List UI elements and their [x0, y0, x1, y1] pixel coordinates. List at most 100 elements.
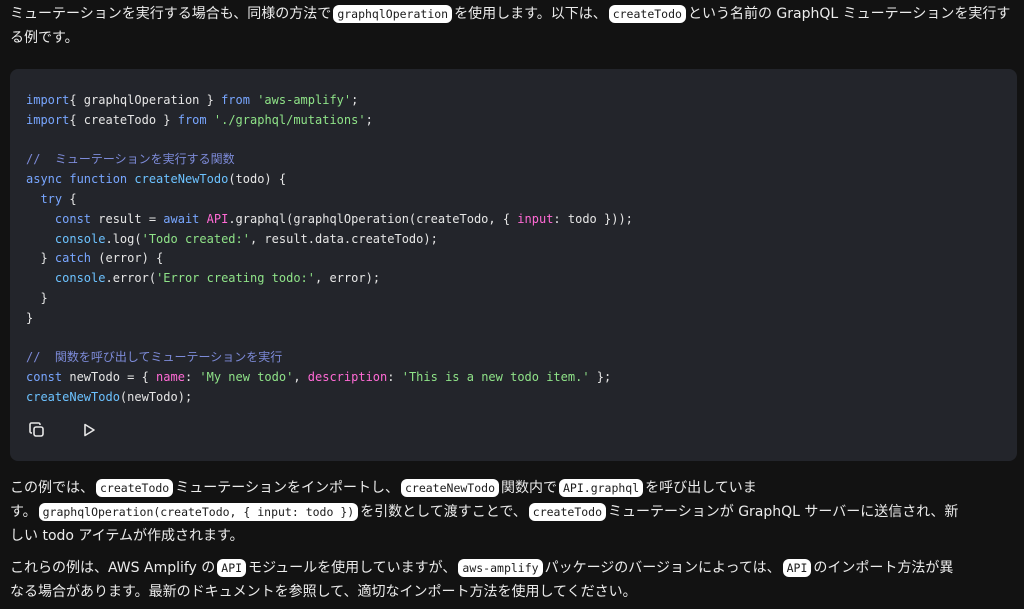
inline-code-api-2: API	[782, 559, 812, 577]
code-token: result =	[91, 211, 164, 226]
inline-code-createtodo: createTodo	[608, 5, 686, 23]
code-token: createNewTodo	[127, 172, 229, 187]
play-icon	[84, 423, 95, 437]
code-token: // ミューテーションを実行する関数	[26, 152, 235, 167]
inline-code-createnewtodo: createNewTodo	[400, 479, 499, 497]
code-token: 'My new todo'	[199, 370, 294, 385]
code-token: './graphql/mutations'	[206, 112, 366, 127]
note-paragraph: これらの例は、AWS Amplify の API モジュールを使用していますが、 aw…	[10, 556, 1014, 604]
code-token: :	[387, 370, 402, 385]
code-token: };	[589, 370, 612, 385]
code-line: } catch (error) {	[26, 249, 633, 269]
code-token: , error);	[315, 271, 381, 286]
code-line: console.error('Error creating todo:', er…	[26, 269, 633, 289]
code-token: createNewTodo	[26, 389, 120, 404]
code-token: function	[62, 172, 128, 187]
code-line: console.log('Todo created:', result.data…	[26, 230, 633, 250]
inline-code-graphqloperation-call: graphqlOperation(createTodo, { input: to…	[38, 503, 359, 521]
inline-code-api-graphql: API.graphql	[559, 479, 644, 497]
code-token: const	[26, 370, 63, 385]
explain-text-6: を引数として渡すことで、	[360, 504, 527, 520]
code-token: input	[517, 211, 554, 226]
code-token: async	[26, 172, 63, 187]
explain-text-1: この例では、	[10, 480, 94, 496]
code-token: console	[54, 231, 106, 246]
code-token: .log(	[105, 231, 142, 246]
code-token: 'aws-amplify'	[249, 93, 352, 107]
code-line: import{ createTodo } from './graphql/mut…	[26, 111, 633, 131]
intro-text-2: を使用します。以下は、	[454, 6, 607, 22]
code-line: createNewTodo(newTodo);	[26, 388, 633, 408]
code-token: from	[221, 93, 250, 107]
code-token: }	[26, 310, 34, 325]
inline-code-graphqloperation: graphqlOperation	[333, 5, 453, 23]
code-content[interactable]: import{ graphqlOperation } from 'aws-amp…	[26, 91, 633, 408]
code-token: catch	[54, 251, 92, 266]
code-token: try	[26, 191, 63, 206]
code-token: { graphqlOperation }	[69, 93, 222, 107]
intro-text-1: ミューテーションを実行する場合も、同様の方法で	[10, 6, 332, 22]
explain-text-4: を呼び出していま	[645, 480, 757, 496]
code-token: const	[54, 211, 92, 226]
note-text-2: モジュールを使用していますが、	[248, 560, 457, 576]
code-toolbar	[26, 419, 100, 441]
chat-response: ミューテーションを実行する場合も、同様の方法で graphqlOperation を…	[0, 0, 1024, 609]
code-token: :	[184, 370, 200, 385]
code-token: .graphql(graphqlOperation(createTodo, {	[228, 211, 518, 226]
code-token: ;	[351, 93, 359, 107]
inline-code-api: API	[217, 559, 247, 577]
code-line: // ミューテーションを実行する関数	[26, 150, 633, 170]
code-token: import	[26, 112, 70, 127]
code-line: try {	[26, 190, 633, 210]
code-token: name	[156, 370, 185, 385]
explain-text-8: しい todo アイテムが作成されます。	[10, 528, 244, 544]
code-token: newTodo = {	[62, 370, 157, 385]
code-line: const result = await API.graphql(graphql…	[26, 210, 633, 230]
inline-code-createtodo: createTodo	[96, 479, 174, 497]
code-token: (todo) {	[228, 172, 287, 187]
code-token: .error(	[105, 271, 157, 286]
code-token: { createTodo }	[69, 112, 178, 127]
inline-code-createtodo-2: createTodo	[528, 503, 607, 521]
explanation-paragraph: この例では、 createTodo ミューテーションをインポートし、 createNe…	[10, 476, 1014, 548]
code-line: // 関数を呼び出してミューテーションを実行	[26, 348, 633, 368]
code-token: 'This is a new todo item.'	[401, 370, 590, 385]
code-token: // 関数を呼び出してミューテーションを実行	[26, 350, 283, 365]
code-line: }	[26, 289, 633, 309]
code-block: import{ graphqlOperation } from 'aws-amp…	[10, 69, 1017, 461]
note-text-5: なる場合があります。最新のドキュメントを参照して、適切なインポート方法を使用して…	[10, 584, 637, 600]
code-token: 'Error creating todo:'	[156, 271, 316, 286]
code-token: : todo }));	[553, 211, 633, 226]
code-token: 'Todo created:'	[141, 231, 250, 246]
code-line: const newTodo = { name: 'My new todo', d…	[26, 368, 633, 388]
note-text-4: のインポート方法が異	[813, 560, 954, 576]
code-token: description	[307, 370, 388, 385]
explain-text-7: ミューテーションが GraphQL サーバーに送信され、新	[608, 504, 959, 520]
code-token: (newTodo);	[119, 389, 193, 404]
code-token: from	[177, 112, 207, 127]
code-token: ,	[293, 370, 308, 385]
note-text-1: これらの例は、AWS Amplify の	[10, 560, 216, 576]
code-token: import	[26, 93, 70, 107]
intro-paragraph: ミューテーションを実行する場合も、同様の方法で graphqlOperation を…	[10, 2, 1014, 50]
code-token: , result.data.createTodo);	[249, 231, 438, 246]
code-token: {	[62, 191, 77, 206]
explain-text-2: ミューテーションをインポートし、	[175, 480, 399, 496]
inline-code-aws-amplify: aws-amplify	[458, 559, 543, 577]
note-text-3: パッケージのバージョンによっては、	[544, 560, 781, 576]
code-line: }	[26, 309, 633, 329]
code-token: }	[26, 290, 48, 305]
run-button[interactable]	[78, 419, 100, 441]
copy-button[interactable]	[26, 419, 48, 441]
code-token: }	[26, 251, 55, 266]
code-line: import{ graphqlOperation } from 'aws-amp…	[26, 91, 633, 111]
code-token: console	[54, 271, 106, 286]
code-line: async function createNewTodo(todo) {	[26, 170, 633, 190]
copy-icon	[29, 422, 44, 437]
code-token: API	[199, 211, 229, 226]
code-token: (error) {	[91, 251, 164, 266]
